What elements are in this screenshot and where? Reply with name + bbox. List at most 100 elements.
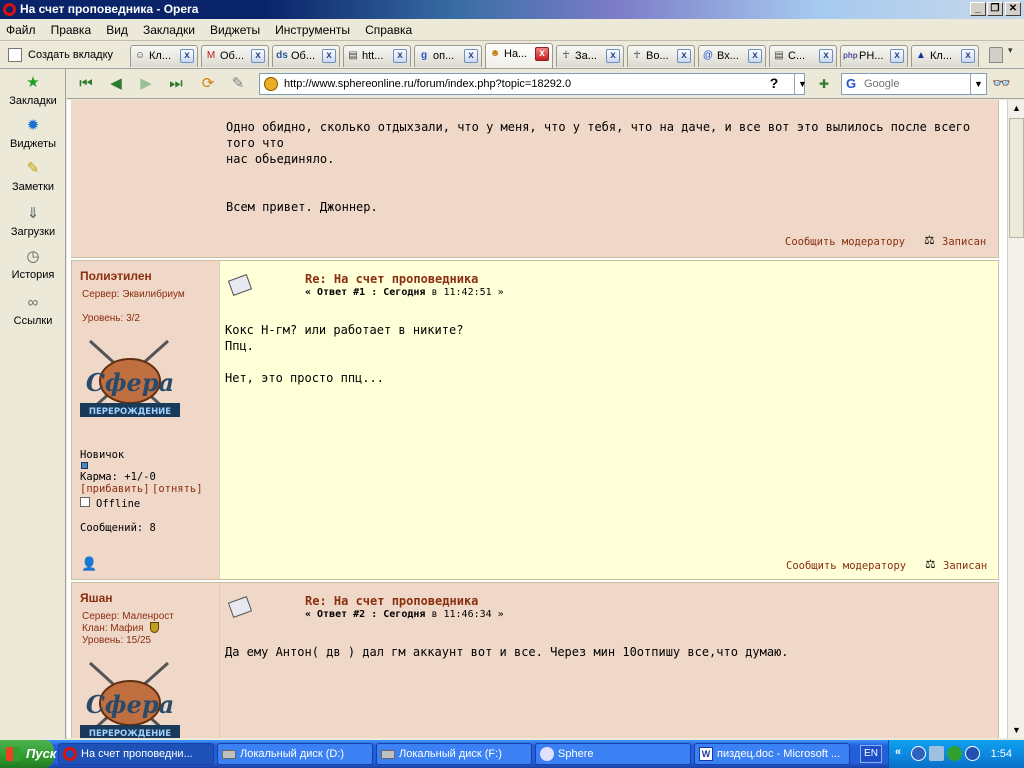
tab-close-icon[interactable]: x [748, 49, 762, 63]
panel-widgets[interactable]: ✹ Виджеты [0, 116, 66, 150]
tab-12[interactable]: ▲ Кл... x [911, 45, 979, 67]
karma-add-link[interactable]: [прибавить] [80, 483, 150, 495]
language-indicator[interactable]: EN [860, 745, 882, 763]
chevron-down-icon[interactable]: ▾ [1008, 45, 1013, 56]
tray-monitor-icon[interactable] [929, 746, 944, 761]
page-content: Одно обидно, сколько отдыхзали, что у ме… [67, 100, 1007, 738]
edit-pen-icon[interactable]: ✎ [227, 74, 249, 94]
tab-5[interactable]: g оп... x [414, 45, 482, 67]
tab-label: Об... [291, 50, 316, 62]
tab-close-icon[interactable]: x [251, 49, 265, 63]
tab-close-icon[interactable]: x [606, 49, 620, 63]
tab-close-icon[interactable]: x [961, 49, 975, 63]
panel-notes[interactable]: ✎ Заметки [0, 159, 66, 193]
trash-icon[interactable] [989, 47, 1003, 63]
tab-2[interactable]: M Об... x [201, 45, 269, 67]
close-button[interactable]: ✕ [1005, 2, 1021, 16]
tab-close-icon[interactable]: x [180, 49, 194, 63]
report-moderator-link[interactable]: Сообщить модератору [785, 236, 905, 248]
at-mail-icon: @ [702, 50, 714, 61]
start-label: Пуск [26, 746, 57, 761]
address-field[interactable]: http://www.sphereonline.ru/forum/index.p… [259, 73, 805, 95]
new-tab-icon [8, 48, 22, 62]
author-name-link[interactable]: Полиэтилен [80, 269, 152, 283]
tray-network-icon[interactable] [911, 746, 926, 761]
fast-forward-icon[interactable]: ⏭ [165, 74, 187, 94]
new-tab-button[interactable]: Создать вкладку [4, 44, 126, 66]
runner-icon: ☥ [633, 50, 641, 61]
panel-label: История [11, 269, 55, 281]
scroll-up-icon[interactable]: ▲ [1009, 100, 1024, 116]
reload-icon[interactable]: ⟳ [197, 74, 219, 94]
post-subject-link[interactable]: Re: На счет проповедника [305, 272, 478, 286]
back-arrow-icon[interactable]: ◀ [105, 74, 127, 94]
menu-file[interactable]: Файл [0, 19, 42, 41]
scroll-thumb[interactable] [1009, 118, 1024, 238]
rewind-icon[interactable]: ⏮ [75, 74, 97, 94]
report-moderator-link[interactable]: Сообщить модератору [786, 560, 906, 572]
tray-antivirus-icon[interactable] [947, 746, 962, 761]
panel-history[interactable]: ◷ История [0, 247, 66, 281]
search-dropdown-icon[interactable]: ▼ [970, 74, 986, 94]
tray-expand-icon[interactable]: « [895, 746, 901, 758]
tab-7[interactable]: ☥ За... x [556, 45, 624, 67]
panel-downloads[interactable]: ⇓ Загрузки [0, 204, 66, 238]
tab-close-icon[interactable]: x [322, 49, 336, 63]
tab-3[interactable]: ds Об... x [272, 45, 340, 67]
post-previous: Одно обидно, сколько отдыхзали, что у ме… [71, 100, 999, 258]
ip-logged-icon: ⚖ [925, 557, 936, 571]
tab-label: Кл... [930, 50, 952, 62]
karma-subtract-link[interactable]: [отнять] [152, 483, 203, 495]
search-input[interactable]: G Google ▼ [841, 73, 987, 95]
author-name-link[interactable]: Яшан [80, 591, 113, 605]
task-disk-d[interactable]: Локальный диск (D:) [217, 743, 373, 765]
tab-close-icon[interactable]: x [393, 49, 407, 63]
task-sphere[interactable]: Sphere [535, 743, 691, 765]
tab-close-icon[interactable]: x [890, 49, 904, 63]
menu-bookmarks[interactable]: Закладки [137, 19, 201, 41]
tab-8[interactable]: ☥ Во... x [627, 45, 695, 67]
panel-links[interactable]: ∞ Ссылки [0, 293, 66, 327]
tab-4[interactable]: ▤ htt... x [343, 45, 411, 67]
tab-close-icon[interactable]: x [819, 49, 833, 63]
menu-widgets[interactable]: Виджеты [204, 19, 266, 41]
menu-help[interactable]: Справка [359, 19, 418, 41]
tab-6-active[interactable]: ☻ На... x [485, 43, 553, 68]
tab-10[interactable]: ▤ С... x [769, 45, 837, 67]
navigation-toolbar: ⏮ ◀ ▶ ⏭ ⟳ ✎ http://www.sphereonline.ru/f… [67, 69, 1024, 99]
glasses-icon[interactable]: 👓 [992, 74, 1011, 94]
maximize-button[interactable]: ❐ [987, 2, 1003, 16]
bookmark-add-icon[interactable]: ✚ [813, 74, 835, 94]
post-subject-link[interactable]: Re: На счет проповедника [305, 594, 478, 608]
help-question-icon[interactable]: ? [765, 74, 783, 92]
menu-view[interactable]: Вид [100, 19, 134, 41]
tab-close-icon[interactable]: x [535, 47, 549, 61]
scroll-down-icon[interactable]: ▼ [1009, 722, 1024, 738]
tab-label: На... [504, 48, 528, 60]
tray-app-icon[interactable] [965, 746, 980, 761]
windows-flag-icon [6, 747, 20, 761]
author-level: Уровень: 3/2 [82, 313, 140, 324]
system-tray: « 1:54 [888, 740, 1024, 768]
tab-close-icon[interactable]: x [464, 49, 478, 63]
tab-9[interactable]: @ Вх... x [698, 45, 766, 67]
task-word[interactable]: Wпиздец.doc - Microsoft ... [694, 743, 850, 765]
start-button[interactable]: Пуск [0, 740, 57, 768]
task-disk-f[interactable]: Локальный диск (F:) [376, 743, 532, 765]
user-profile-icon[interactable]: 👤 [81, 557, 97, 572]
author-clan: Клан: Мафия [82, 623, 144, 634]
address-dropdown-icon[interactable]: ▼ [794, 73, 810, 95]
vertical-scrollbar[interactable]: ▲ ▼ [1007, 100, 1024, 738]
menu-edit[interactable]: Правка [45, 19, 98, 41]
tab-11[interactable]: php PH... x [840, 45, 908, 67]
task-opera[interactable]: На счет проповедни... [58, 743, 214, 765]
minimize-button[interactable]: _ [970, 2, 986, 16]
forward-arrow-icon[interactable]: ▶ [135, 74, 157, 94]
panel-bookmarks[interactable]: ★ Закладки [0, 73, 66, 107]
tab-close-icon[interactable]: x [677, 49, 691, 63]
post-reply-2: Яшан Сервер: Маленрост Клан: Мафия Урове… [71, 582, 999, 738]
panel-label: Виджеты [10, 138, 56, 150]
menu-tools[interactable]: Инструменты [269, 19, 356, 41]
tab-1[interactable]: ☺ Кл... x [130, 45, 198, 67]
side-panel: ★ Закладки ✹ Виджеты ✎ Заметки ⇓ Загрузки ◷ И… [0, 69, 66, 739]
